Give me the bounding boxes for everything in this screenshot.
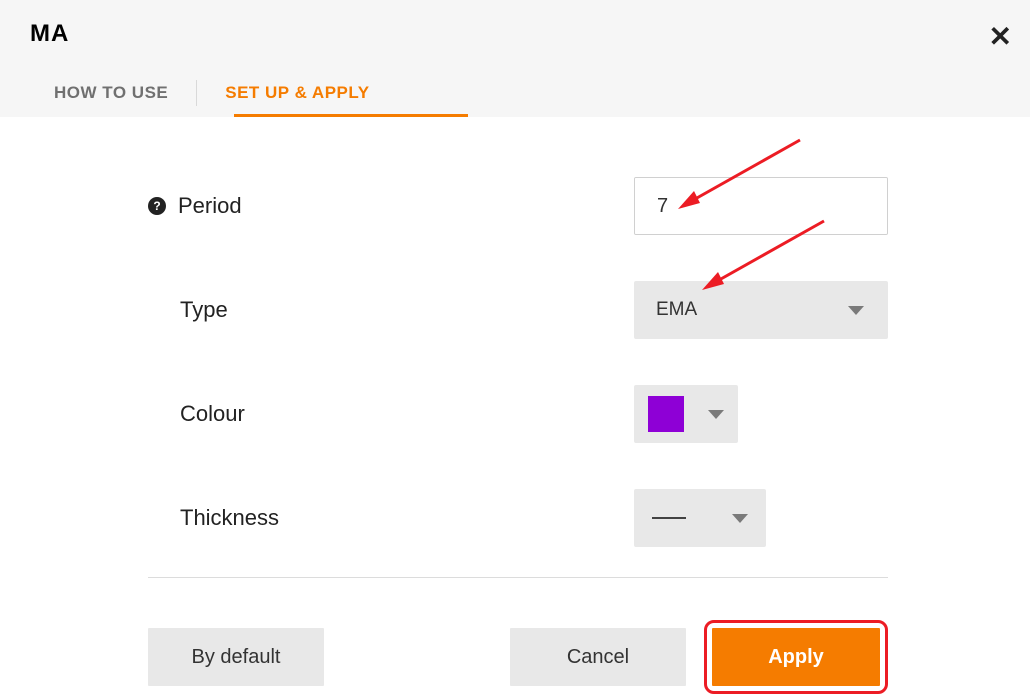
apply-button[interactable]: Apply (712, 628, 880, 686)
period-control: + − (634, 177, 888, 235)
by-default-button[interactable]: By default (148, 628, 324, 686)
form-content: ? Period + − Type EMA (0, 117, 1030, 694)
thickness-select[interactable] (634, 489, 766, 547)
tab-label: HOW TO USE (54, 83, 168, 103)
colour-select[interactable] (634, 385, 738, 443)
row-thickness: Thickness (148, 489, 888, 547)
colour-label: Colour (180, 401, 245, 427)
colour-swatch (648, 396, 684, 432)
row-type: Type EMA (148, 281, 888, 339)
tab-setup-apply[interactable]: SET UP & APPLY (201, 69, 393, 117)
thickness-preview-icon (652, 517, 686, 519)
row-period: ? Period + − (148, 177, 888, 235)
chevron-down-icon (848, 306, 864, 315)
type-label: Type (180, 297, 228, 323)
chevron-down-icon (732, 514, 748, 523)
tab-bar: HOW TO USE SET UP & APPLY (30, 69, 394, 117)
tab-divider (196, 80, 197, 106)
apply-highlight: Apply (704, 620, 888, 694)
divider (148, 577, 888, 578)
chevron-down-icon (708, 410, 724, 419)
type-select[interactable]: EMA (634, 281, 888, 339)
tab-label: SET UP & APPLY (225, 83, 369, 103)
period-label: Period (178, 193, 242, 219)
period-input[interactable] (635, 178, 888, 234)
action-bar: By default Cancel Apply (148, 620, 888, 694)
dialog-header: MA ✕ HOW TO USE SET UP & APPLY (0, 0, 1030, 117)
type-value: EMA (656, 299, 697, 321)
close-button[interactable]: ✕ (989, 20, 1012, 53)
thickness-label: Thickness (180, 505, 279, 531)
cancel-button[interactable]: Cancel (510, 628, 686, 686)
dialog-title: MA (30, 20, 69, 48)
tab-how-to-use[interactable]: HOW TO USE (30, 69, 192, 117)
help-icon[interactable]: ? (148, 197, 166, 215)
row-colour: Colour (148, 385, 888, 443)
